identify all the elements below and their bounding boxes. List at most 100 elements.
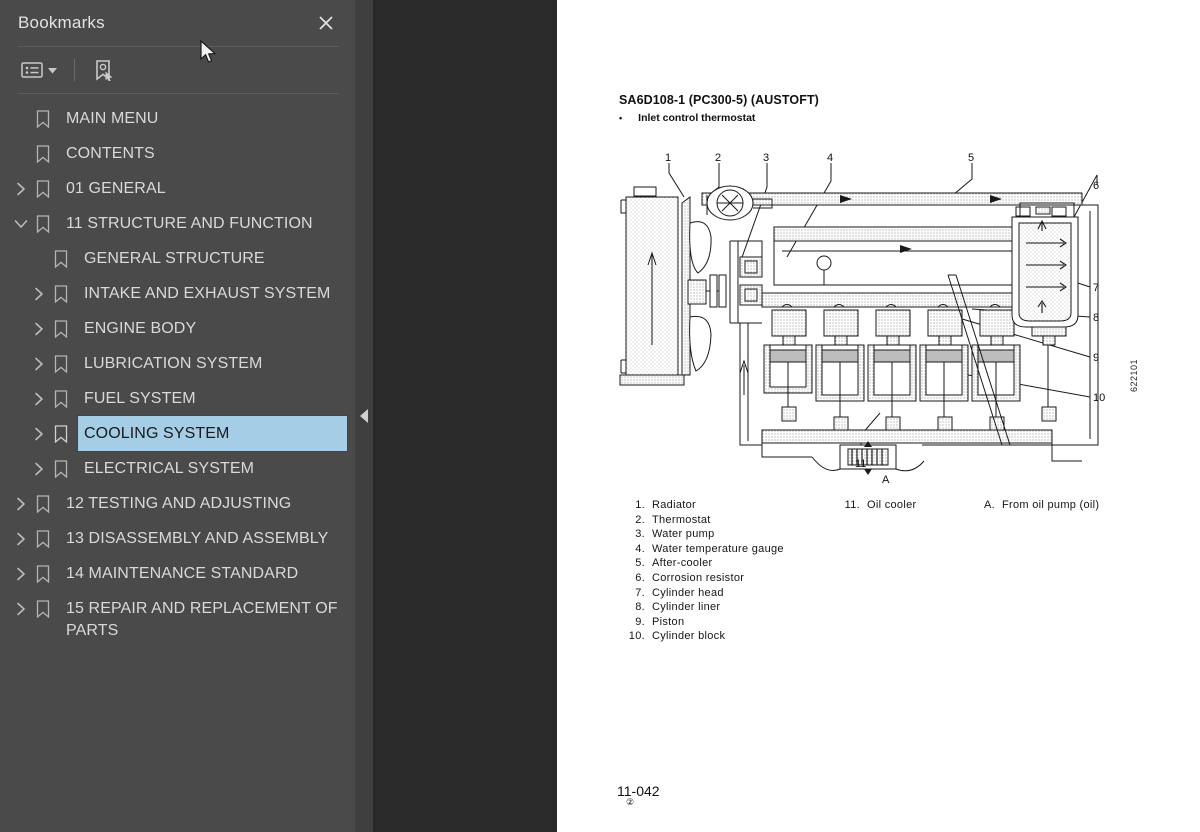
page-subtitle: Inlet control thermostat — [638, 112, 756, 124]
bookmark-item-lubrication-system[interactable]: LUBRICATION SYSTEM — [0, 346, 355, 381]
bookmark-item-fuel-system[interactable]: FUEL SYSTEM — [0, 381, 355, 416]
bookmark-item-main-menu[interactable]: MAIN MENU — [0, 101, 355, 136]
legend-number: 11. — [844, 499, 860, 511]
bookmark-icon — [50, 451, 72, 486]
bookmark-item-13-disassembly-and-assembly[interactable]: 13 DISASSEMBLY AND ASSEMBLY — [0, 521, 355, 556]
bookmark-label: FUEL SYSTEM — [84, 390, 196, 407]
bookmark-item-12-testing-and-adjusting[interactable]: 12 TESTING AND ADJUSTING — [0, 486, 355, 521]
bookmark-icon — [32, 206, 54, 241]
list-options-icon — [21, 62, 43, 78]
chevron-right-icon[interactable] — [28, 346, 50, 381]
bookmarks-tree[interactable]: MAIN MENU CONTENTS 01 GENERAL 11 STRUCTURE … — [0, 94, 355, 832]
chevron-right-icon[interactable] — [28, 276, 50, 311]
chevron-right-icon[interactable] — [28, 451, 50, 486]
callout-3: 3 — [763, 152, 769, 164]
collapse-left-triangle-icon[interactable] — [360, 409, 368, 423]
legend-number: 5. — [635, 557, 645, 570]
chevron-right-icon[interactable] — [10, 486, 32, 521]
bookmark-icon — [32, 556, 54, 591]
bookmark-pointer-icon — [96, 60, 113, 81]
legend-text: Corrosion resistor — [652, 571, 745, 584]
bookmark-item-electrical-system[interactable]: ELECTRICAL SYSTEM — [0, 451, 355, 486]
chevron-right-icon[interactable] — [28, 416, 50, 451]
bookmark-label: 01 GENERAL — [66, 180, 166, 197]
pdf-page: SA6D108-1 (PC300-5) (AUSTOFT) • Inlet co… — [557, 0, 1200, 832]
legend-column-3: A. From oil pump (oil) — [969, 498, 1149, 644]
chevron-down-icon[interactable] — [10, 206, 32, 241]
bookmark-label: ELECTRICAL SYSTEM — [84, 460, 255, 477]
bookmark-options-button[interactable] — [18, 55, 60, 85]
bookmark-icon — [32, 521, 54, 556]
close-panel-button[interactable] — [313, 10, 339, 36]
bookmarks-panel: Bookmarks MAIN MENU CONTENTS 01 GENERAL … — [0, 0, 355, 832]
bookmark-item-intake-and-exhaust-system[interactable]: INTAKE AND EXHAUST SYSTEM — [0, 276, 355, 311]
document-viewer[interactable]: SA6D108-1 (PC300-5) (AUSTOFT) • Inlet co… — [373, 0, 1200, 832]
chevron-right-icon[interactable] — [28, 311, 50, 346]
bookmarks-panel-header: Bookmarks — [0, 0, 355, 46]
twisty-spacer — [10, 136, 32, 171]
callout-6: 6 — [1093, 180, 1099, 192]
bookmark-icon — [50, 311, 72, 346]
callout-4: 4 — [827, 152, 833, 164]
legend-number: 2. — [635, 513, 645, 526]
legend-number: 6. — [635, 571, 645, 584]
bookmark-item-cooling-system[interactable]: COOLING SYSTEM — [0, 415, 355, 452]
bookmark-item-contents[interactable]: CONTENTS — [0, 136, 355, 171]
legend-number: 8. — [635, 601, 645, 614]
bookmark-label: 13 DISASSEMBLY AND ASSEMBLY — [66, 530, 329, 547]
panel-title: Bookmarks — [18, 13, 105, 32]
bookmark-label: MAIN MENU — [66, 110, 159, 127]
figure-legend: 1. Radiator 2. Thermostat 3. Water pump 4. Wate… — [619, 498, 1159, 644]
legend-item: 10. Cylinder block — [619, 629, 834, 644]
bookmark-icon — [32, 136, 54, 171]
callout-10: 10 — [1093, 392, 1105, 404]
bookmark-item-11-structure-and-function[interactable]: 11 STRUCTURE AND FUNCTION — [0, 206, 355, 241]
bookmark-icon — [32, 591, 54, 626]
bookmark-label: 14 MAINTENANCE STANDARD — [66, 565, 299, 582]
page-subtitle-row: • Inlet control thermostat — [619, 112, 755, 124]
twisty-spacer — [10, 101, 32, 136]
bookmark-item-01-general[interactable]: 01 GENERAL — [0, 171, 355, 206]
toolbar-divider — [74, 59, 75, 81]
pdf-reader-window: Bookmarks MAIN MENU CONTENTS 01 GENERAL … — [0, 0, 1200, 832]
bookmark-icon — [50, 241, 72, 276]
bookmark-item-general-structure[interactable]: GENERAL STRUCTURE — [0, 241, 355, 276]
bookmark-item-engine-body[interactable]: ENGINE BODY — [0, 311, 355, 346]
legend-item: 9. Piston — [619, 615, 834, 630]
chevron-right-icon[interactable] — [10, 521, 32, 556]
legend-item: 2. Thermostat — [619, 513, 834, 528]
chevron-right-icon[interactable] — [28, 381, 50, 416]
bookmark-item-15-repair-and-replacement-of-parts[interactable]: 15 REPAIR AND REPLACEMENT OF PARTS — [0, 591, 355, 648]
engine-cooling-diagram: 1 2 3 4 5 6 7 8 9 10 11 A — [612, 145, 1172, 486]
bookmark-item-14-maintenance-standard[interactable]: 14 MAINTENANCE STANDARD — [0, 556, 355, 591]
legend-number: A. — [984, 499, 995, 511]
legend-number: 1. — [635, 499, 645, 511]
callout-11: 11 — [855, 458, 866, 470]
bookmark-label: CONTENTS — [66, 145, 155, 162]
bookmarks-toolbar — [0, 47, 355, 93]
bookmark-label: 15 REPAIR AND REPLACEMENT OF PARTS — [66, 600, 338, 639]
legend-text: Radiator — [652, 499, 696, 511]
chevron-right-icon[interactable] — [10, 171, 32, 206]
callout-8: 8 — [1093, 312, 1099, 324]
callout-9: 9 — [1093, 352, 1099, 364]
bookmark-label: 11 STRUCTURE AND FUNCTION — [66, 215, 313, 232]
page-title: SA6D108-1 (PC300-5) (AUSTOFT) — [619, 93, 819, 107]
figure-code: 622101 — [1129, 358, 1139, 392]
legend-item: 3. Water pump — [619, 527, 834, 542]
callout-2: 2 — [715, 152, 721, 164]
cooling-system-schematic: 1 2 3 4 5 6 7 8 9 10 11 A — [619, 152, 1105, 486]
chevron-right-icon[interactable] — [10, 556, 32, 591]
legend-text: Cylinder block — [652, 630, 726, 643]
legend-text: Water pump — [652, 528, 715, 541]
legend-number: 3. — [635, 528, 645, 541]
legend-item: 1. Radiator — [619, 498, 834, 513]
panel-resize-divider[interactable] — [355, 0, 373, 832]
bookmark-icon — [50, 276, 72, 311]
legend-text: Piston — [652, 615, 685, 628]
bookmark-label: LUBRICATION SYSTEM — [84, 355, 263, 372]
legend-item: 8. Cylinder liner — [619, 600, 834, 615]
page-number: 11-042 ② — [617, 783, 660, 808]
new-bookmark-button[interactable] — [89, 55, 117, 85]
chevron-right-icon[interactable] — [10, 591, 32, 626]
